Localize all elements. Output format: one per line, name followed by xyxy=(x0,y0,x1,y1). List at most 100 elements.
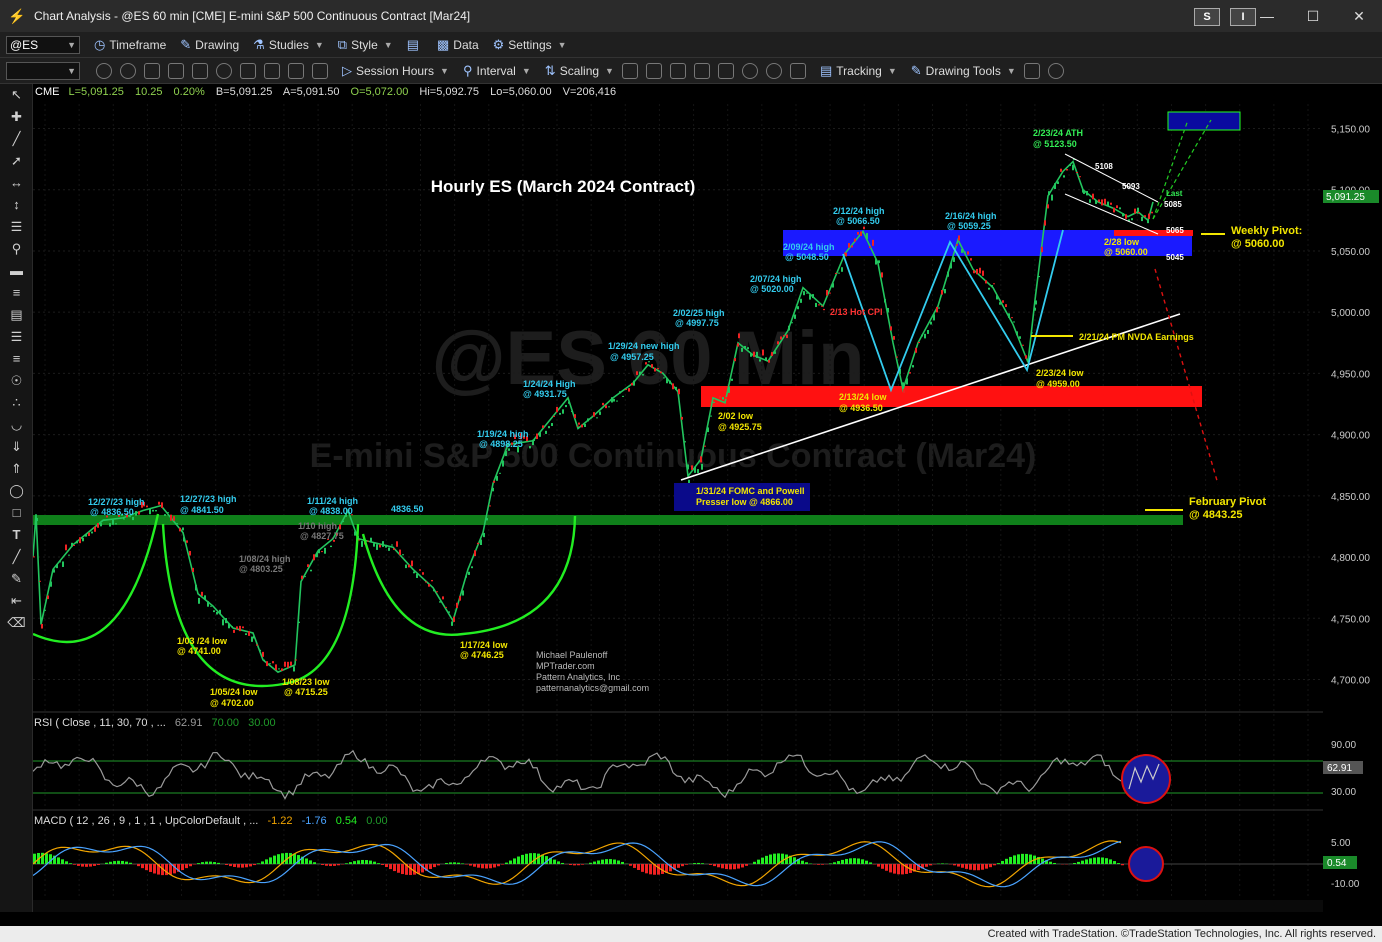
link-icon[interactable] xyxy=(120,62,136,79)
zoom-in-icon[interactable] xyxy=(741,62,758,79)
chart-svg[interactable]: @ES 60 Min E-mini S&P 500 Continuous Con… xyxy=(33,84,1382,912)
maximize-button[interactable]: ☐ xyxy=(1290,8,1336,25)
scroll-icon[interactable] xyxy=(693,62,710,79)
macd-bar xyxy=(517,856,520,864)
minimize-button[interactable]: — xyxy=(1244,8,1290,24)
macd-bar xyxy=(393,864,396,872)
macd-bar xyxy=(73,864,76,865)
session-hours-menu[interactable]: ▷ Session Hours ▼ xyxy=(342,63,449,79)
candle xyxy=(835,272,837,274)
bars-icon[interactable] xyxy=(264,62,280,79)
window-icon[interactable] xyxy=(144,62,160,79)
capture-icon[interactable] xyxy=(192,62,208,79)
spiral-icon[interactable]: ☉ xyxy=(0,370,33,392)
macd-v3: 0.54 xyxy=(336,815,357,827)
candle xyxy=(382,541,384,547)
candle xyxy=(645,362,647,365)
fib-extension-icon[interactable]: ▤ xyxy=(0,304,33,326)
style-menu[interactable]: ⧉ Style ▼ xyxy=(338,37,393,53)
macd-bar xyxy=(1097,857,1100,864)
macd-bar xyxy=(117,860,120,864)
pointer-icon[interactable]: ↖ xyxy=(0,84,33,106)
gann-icon[interactable]: ▬ xyxy=(0,260,33,282)
candle xyxy=(991,285,993,288)
interval-menu[interactable]: ⚲ Interval ▼ xyxy=(463,63,531,79)
horizontal-line-icon[interactable]: ↔ xyxy=(0,172,33,194)
timeframe-menu[interactable]: ◷ Timeframe xyxy=(94,37,166,53)
candle xyxy=(545,430,547,434)
symbol-input[interactable]: @ES ▼ xyxy=(6,35,80,54)
macd-bar xyxy=(977,864,980,871)
text-icon[interactable]: T xyxy=(0,524,33,546)
magnet-icon[interactable]: ⇤ xyxy=(0,590,33,612)
chat-icon[interactable] xyxy=(1047,62,1064,79)
candle xyxy=(753,351,755,357)
candle xyxy=(281,668,283,671)
candle xyxy=(439,601,441,603)
trendline-icon[interactable]: ╱ xyxy=(0,128,33,150)
candle xyxy=(456,602,458,608)
timer-icon[interactable] xyxy=(216,62,232,79)
grid-icon[interactable] xyxy=(240,62,256,79)
annot-223l-title: 2/23/24 low xyxy=(1036,368,1085,378)
zoom-icon[interactable] xyxy=(168,62,184,79)
expand-icon[interactable] xyxy=(669,62,686,79)
macd-bar xyxy=(357,860,360,864)
macd-bar xyxy=(925,864,928,867)
ruler-icon[interactable]: ╱ xyxy=(0,546,33,568)
s-link-button[interactable]: S xyxy=(1194,8,1220,26)
eraser-tool-icon[interactable]: ⌫ xyxy=(0,612,33,634)
refresh-icon[interactable] xyxy=(96,62,112,79)
channel-icon[interactable]: ☰ xyxy=(0,216,33,238)
vertical-line-icon[interactable]: ↕ xyxy=(0,194,33,216)
candle xyxy=(1008,313,1010,318)
cycle-icon[interactable]: ∴ xyxy=(0,392,33,414)
fib-time-icon[interactable]: ≡ xyxy=(0,348,33,370)
candle xyxy=(691,465,693,470)
interval-input[interactable]: ▼ xyxy=(6,61,80,80)
candle xyxy=(65,544,67,551)
crosshair-icon[interactable]: ✚ xyxy=(0,106,33,128)
candle xyxy=(602,402,604,406)
time-scrollbar[interactable] xyxy=(33,900,1323,912)
arc-icon[interactable]: ◡ xyxy=(0,414,33,436)
export-icon[interactable] xyxy=(1023,62,1040,79)
compress-icon[interactable] xyxy=(645,62,662,79)
alert-icon[interactable] xyxy=(312,62,328,79)
settings-menu[interactable]: ⚙ Settings ▼ xyxy=(493,37,567,53)
close-button[interactable]: ✕ xyxy=(1336,8,1382,25)
fibonacci-icon[interactable]: ≡ xyxy=(0,282,33,304)
ellipse-icon[interactable]: ◯ xyxy=(0,480,33,502)
chart-area[interactable]: @ES 60 Min E-mini S&P 500 Continuous Con… xyxy=(33,84,1382,912)
data-menu[interactable]: ▩ Data xyxy=(437,37,479,53)
tracking-menu[interactable]: ▤ Tracking ▼ xyxy=(820,63,897,79)
ray-icon[interactable]: ➚ xyxy=(0,150,33,172)
drawing-tools-menu[interactable]: ✎ Drawing Tools ▼ xyxy=(911,63,1016,79)
list-icon[interactable] xyxy=(288,62,304,79)
chart-grid-icon[interactable] xyxy=(789,62,806,79)
arrow-down-icon[interactable]: ⇓ xyxy=(0,436,33,458)
candle xyxy=(584,423,586,427)
macd-bar xyxy=(461,863,464,864)
studies-menu[interactable]: ⚗ Studies ▼ xyxy=(253,37,324,53)
bar-spacing-icon[interactable] xyxy=(621,62,638,79)
fomc-line-1: 1/31/24 FOMC and Powell xyxy=(696,486,805,496)
candle xyxy=(915,347,917,353)
candle xyxy=(1054,183,1056,190)
layout-button[interactable]: ▤ xyxy=(407,37,423,53)
pitchfork-icon[interactable]: ⚲ xyxy=(0,238,33,260)
annot-209-value: @ 5048.50 xyxy=(785,252,829,262)
eraser-icon[interactable]: ✎ xyxy=(0,568,33,590)
speed-lines-icon[interactable]: ☰ xyxy=(0,326,33,348)
candle xyxy=(529,446,531,449)
macd-bar xyxy=(525,853,528,864)
zoom-out-icon[interactable] xyxy=(765,62,782,79)
arrow-up-icon[interactable]: ⇑ xyxy=(0,458,33,480)
candle xyxy=(164,514,166,516)
macd-bar xyxy=(481,864,484,869)
drawing-menu[interactable]: ✎ Drawing xyxy=(180,37,239,53)
macd-bar xyxy=(93,864,96,866)
panel-icon[interactable] xyxy=(717,62,734,79)
scaling-menu[interactable]: ⇅ Scaling ▼ xyxy=(545,63,614,79)
rectangle-icon[interactable]: □ xyxy=(0,502,33,524)
